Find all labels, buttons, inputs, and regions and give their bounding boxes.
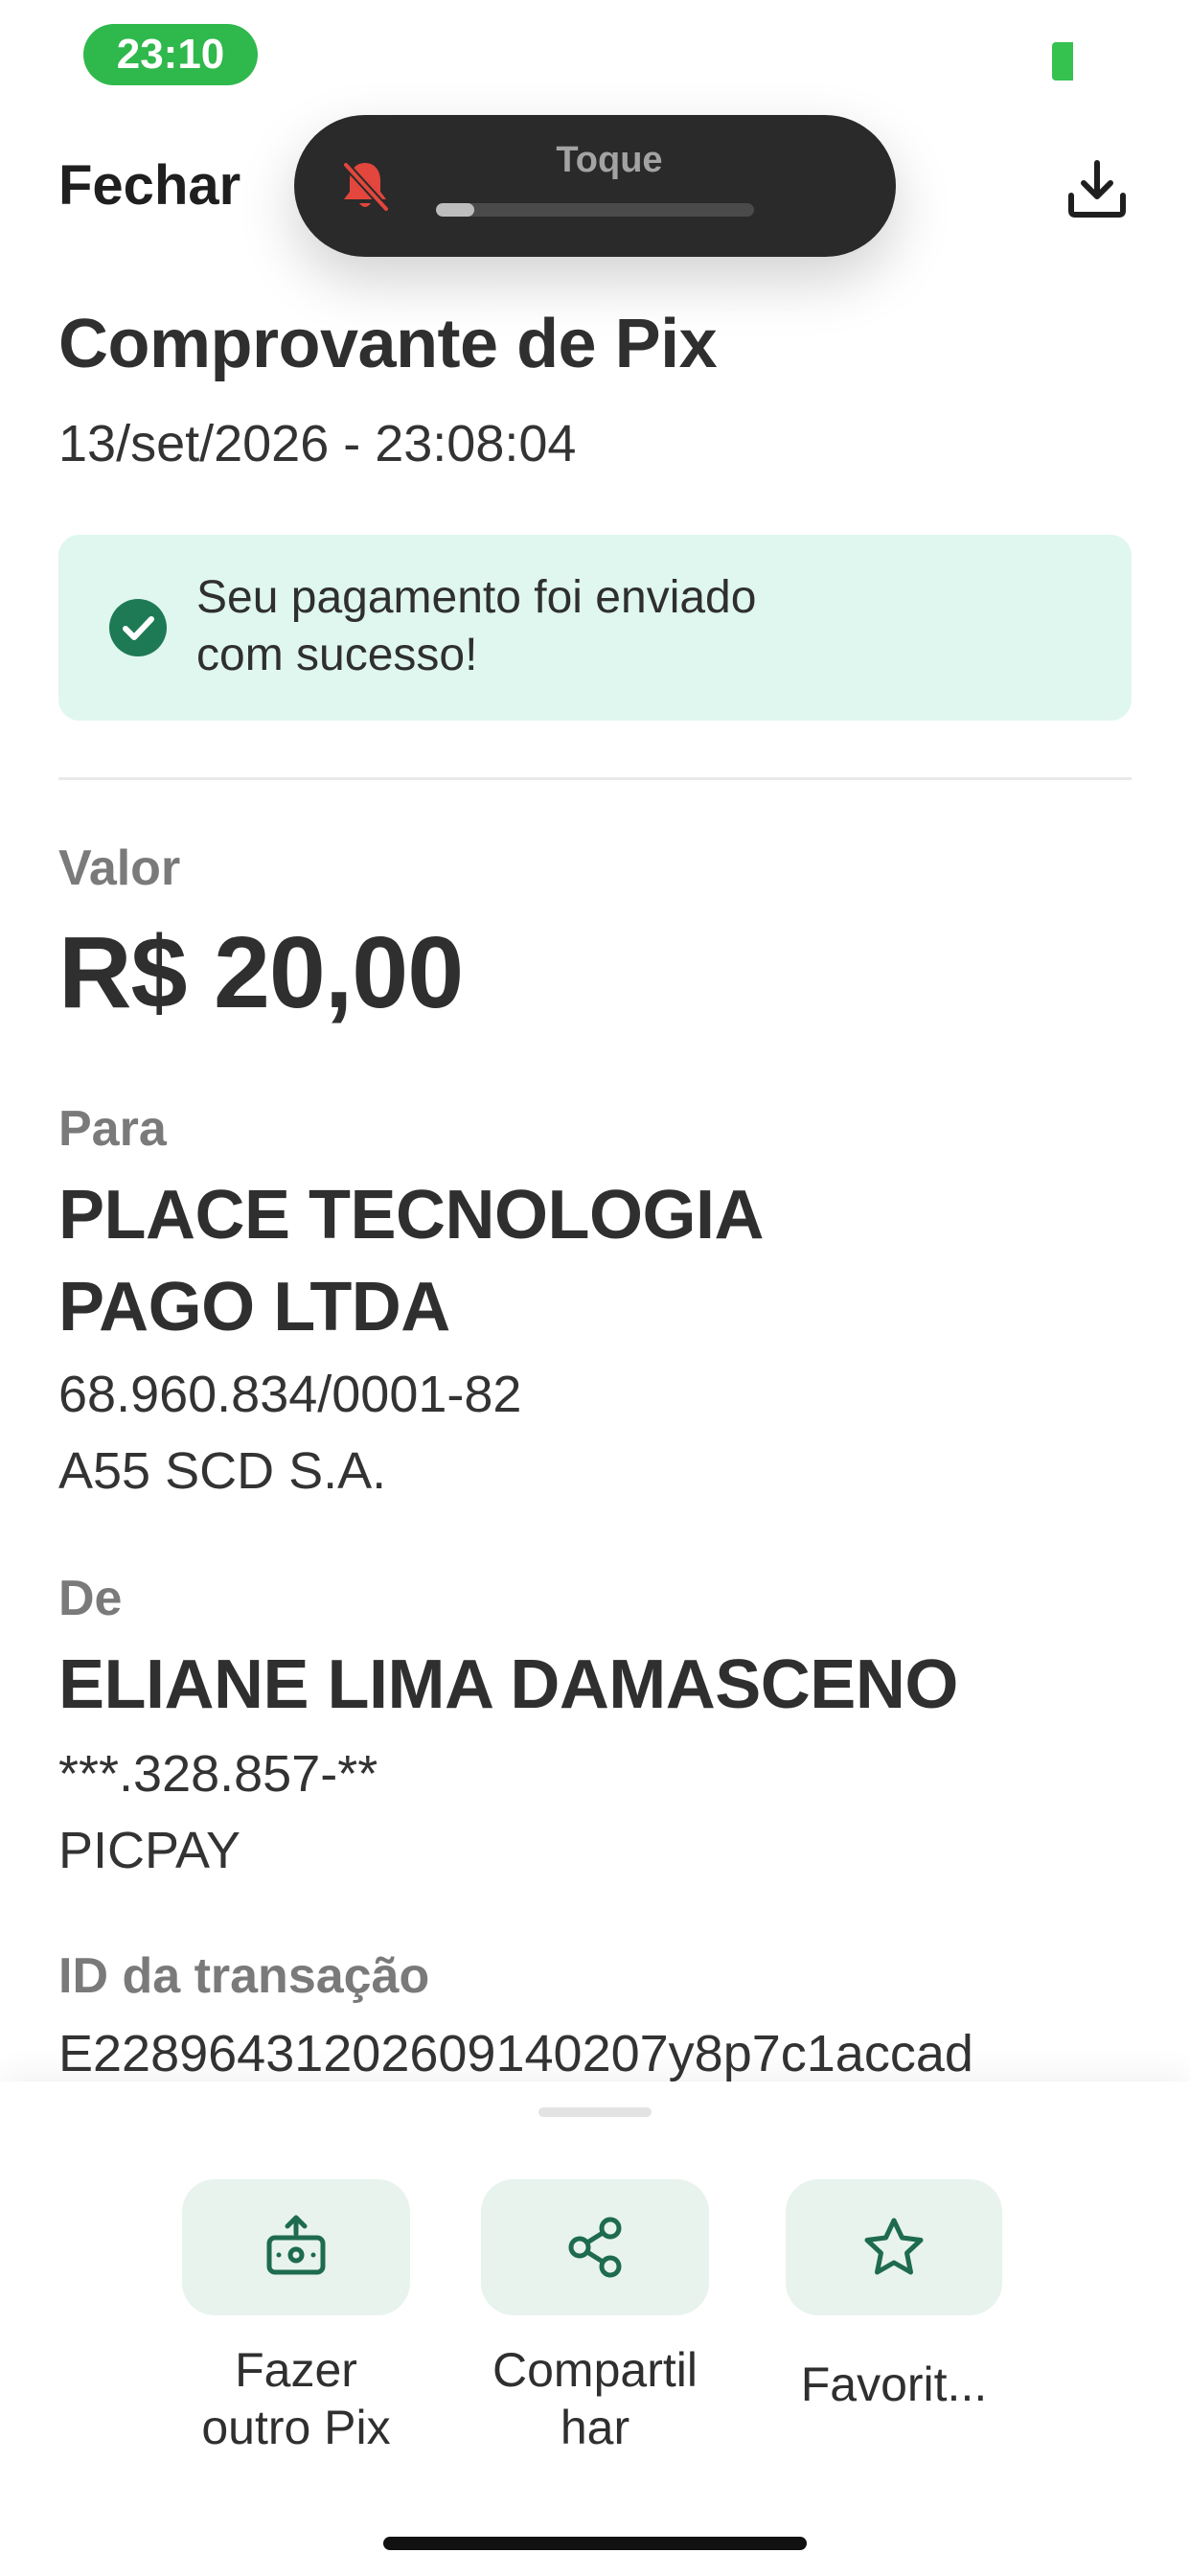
share-icon bbox=[561, 2213, 629, 2282]
recipient-label: Para bbox=[58, 1101, 167, 1157]
sender-institution: PICPAY bbox=[58, 1822, 241, 1879]
sender-document: ***.328.857-** bbox=[58, 1745, 378, 1803]
close-button[interactable]: Fechar bbox=[58, 153, 240, 218]
ringer-toast: Toque bbox=[294, 115, 896, 257]
value-label: Valor bbox=[58, 840, 181, 896]
sheet-grabber[interactable] bbox=[538, 2107, 652, 2117]
check-circle-icon bbox=[108, 598, 168, 657]
recipient-institution: A55 SCD S.A. bbox=[58, 1442, 387, 1500]
success-line-2: com sucesso! bbox=[196, 630, 478, 680]
battery-icon bbox=[1052, 42, 1073, 80]
receipt-datetime: 13/set/2026 - 23:08:04 bbox=[58, 415, 577, 472]
new-pix-label: Fazer outro Pix bbox=[162, 2341, 430, 2456]
transaction-id: E22896431202609140207y8p7c1accad bbox=[58, 2025, 973, 2082]
download-icon[interactable] bbox=[1062, 153, 1133, 224]
share-button[interactable] bbox=[481, 2179, 709, 2315]
divider bbox=[58, 777, 1132, 780]
recipient-document: 68.960.834/0001-82 bbox=[58, 1366, 522, 1423]
actions-sheet bbox=[0, 2082, 1190, 2576]
status-time: 23:10 bbox=[83, 24, 258, 85]
volume-bar bbox=[436, 203, 754, 217]
transaction-id-label: ID da transação bbox=[58, 1948, 430, 2004]
new-pix-button[interactable] bbox=[182, 2179, 410, 2315]
new-pix-label-line-2: outro Pix bbox=[201, 2401, 391, 2454]
success-message: Seu pagamento foi enviado com sucesso! bbox=[196, 569, 925, 684]
page-title: Comprovante de Pix bbox=[58, 306, 718, 382]
favorite-label: Favorit... bbox=[800, 2358, 988, 2411]
amount-value: R$ 20,00 bbox=[58, 916, 464, 1029]
sender-name: ELIANE LIMA DAMASCENO bbox=[58, 1646, 958, 1723]
home-indicator[interactable] bbox=[383, 2537, 807, 2550]
volume-fill bbox=[436, 203, 474, 217]
success-banner: Seu pagamento foi enviado com sucesso! bbox=[58, 535, 1132, 721]
sender-label: De bbox=[58, 1571, 123, 1626]
share-label-line-2: har bbox=[560, 2401, 630, 2454]
star-icon bbox=[859, 2213, 928, 2282]
recipient-name: PLACE TECNOLOGIA PAGO LTDA bbox=[58, 1169, 765, 1353]
send-money-icon bbox=[262, 2213, 331, 2282]
share-label-line-1: Compartil bbox=[492, 2343, 698, 2397]
ringer-label: Toque bbox=[556, 140, 663, 180]
recipient-name-line-1: PLACE TECNOLOGIA bbox=[58, 1177, 765, 1254]
success-line-1: Seu pagamento foi enviado bbox=[196, 572, 757, 623]
recipient-name-line-2: PAGO LTDA bbox=[58, 1269, 450, 1346]
new-pix-label-line-1: Fazer bbox=[235, 2343, 357, 2397]
favorite-button[interactable] bbox=[786, 2179, 1002, 2315]
share-label: Compartil har bbox=[461, 2341, 729, 2456]
